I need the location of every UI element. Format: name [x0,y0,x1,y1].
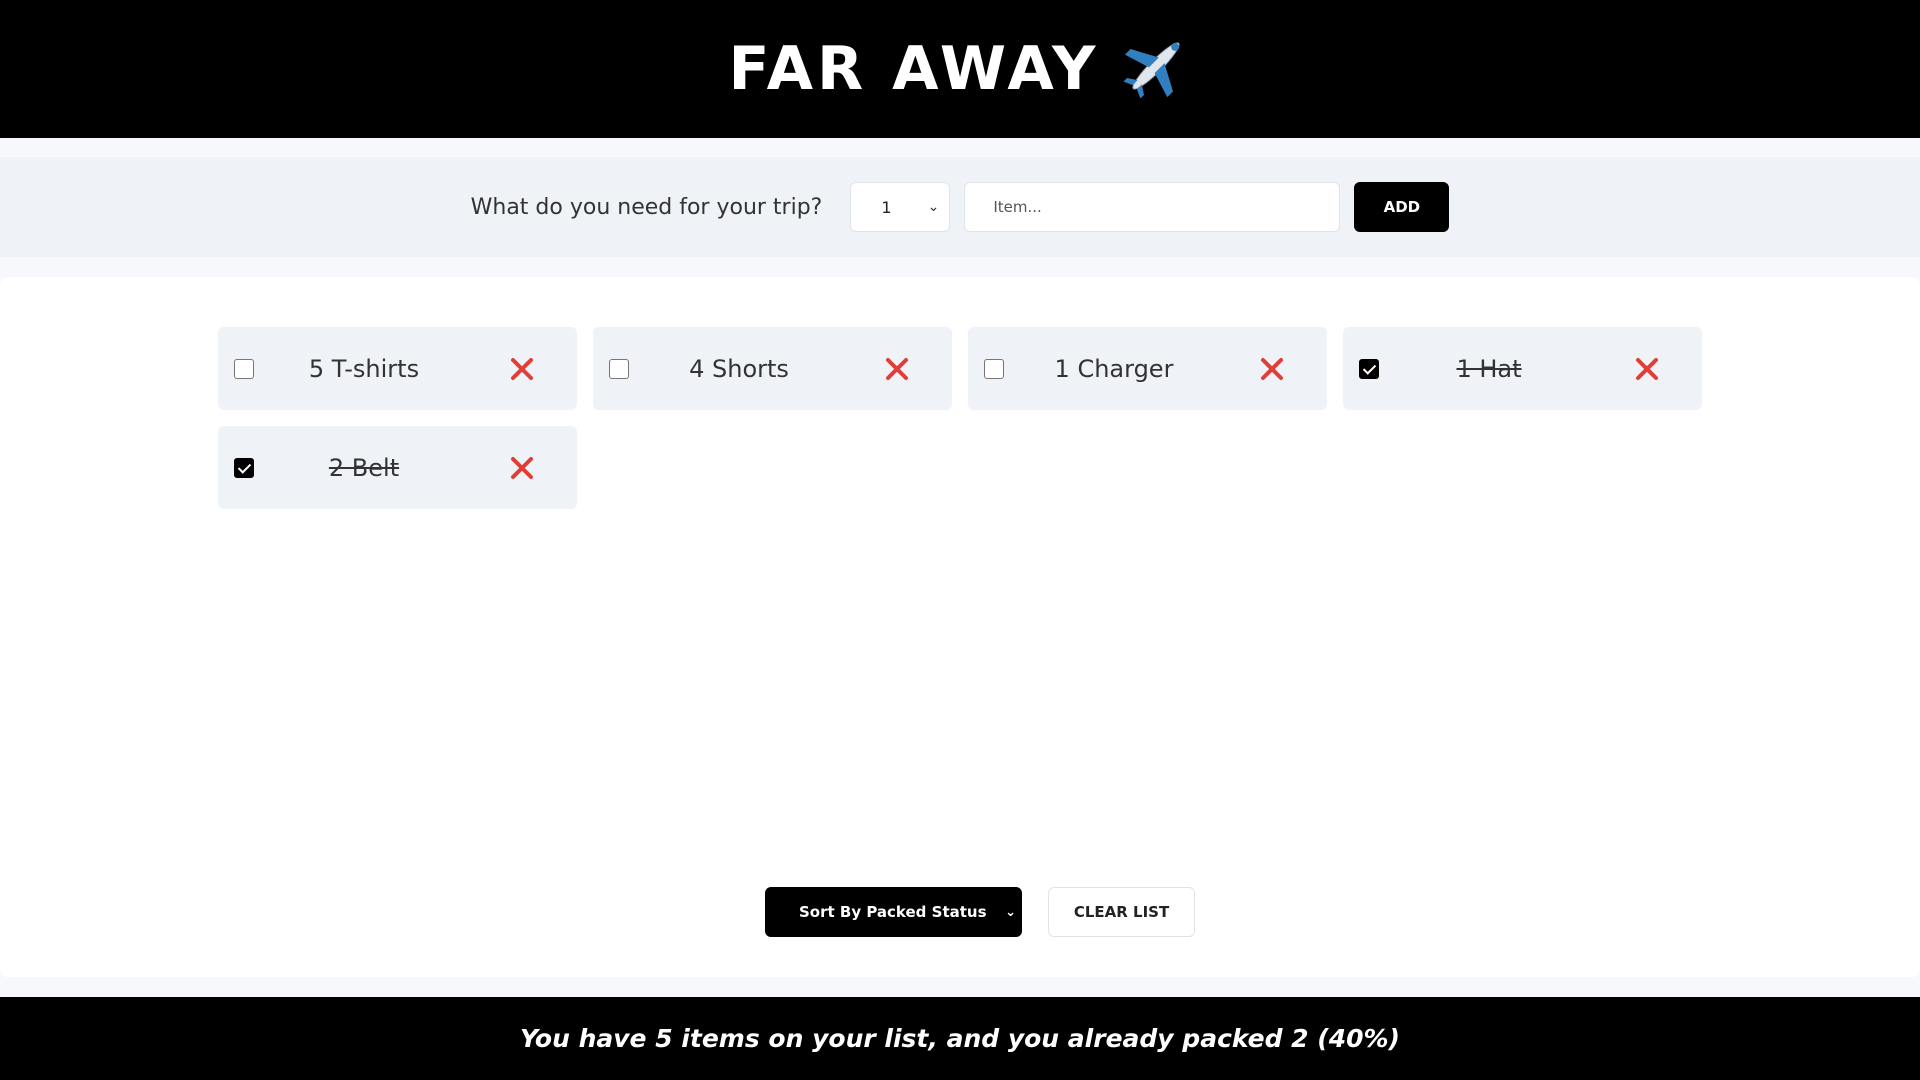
add-item-form: What do you need for your trip? 1 ⌄ ADD [0,157,1920,257]
app: FAR AWAY What do you need for your trip? [0,0,1920,1080]
list-item: 1 Charger [968,327,1327,410]
packed-checkbox[interactable] [234,458,254,478]
packed-checkbox[interactable] [1359,359,1379,379]
packed-checkbox[interactable] [609,359,629,379]
list-item: 2 Belt [218,426,577,509]
list-item: 5 T-shirts [218,327,577,410]
delete-icon[interactable] [885,357,909,381]
item-label: 1 Charger [1054,354,1174,383]
chevron-down-icon: ⌄ [1005,904,1016,920]
form-prompt: What do you need for your trip? [470,194,823,220]
list-actions: Sort By Packed Status ⌄ CLEAR LIST [0,887,1920,937]
add-button[interactable]: ADD [1354,182,1450,232]
packed-checkbox[interactable] [234,359,254,379]
delete-icon[interactable] [510,456,534,480]
list-item: 1 Hat [1343,327,1702,410]
airplane-icon [1120,30,1192,102]
sort-select[interactable]: Sort By Packed Status ⌄ [765,887,1022,937]
item-label: 2 Belt [328,453,400,482]
item-label: 5 T-shirts [308,354,420,383]
header: FAR AWAY [0,0,1920,138]
packed-checkbox[interactable] [984,359,1004,379]
stats-footer: You have 5 items on your list, and you a… [0,997,1920,1080]
item-label: 4 Shorts [689,354,789,383]
clear-list-button[interactable]: CLEAR LIST [1048,887,1195,937]
packing-list: 5 T-shirts 4 Shorts 1 Charger 1 Hat 2 Be… [0,277,1920,977]
quantity-value: 1 [881,197,892,217]
items-grid: 5 T-shirts 4 Shorts 1 Charger 1 Hat 2 Be… [218,327,1702,509]
delete-icon[interactable] [1260,357,1284,381]
app-logo: FAR AWAY [729,34,1192,104]
item-input[interactable] [964,182,1341,232]
quantity-select[interactable]: 1 ⌄ [850,182,951,232]
delete-icon[interactable] [1635,357,1659,381]
list-item: 4 Shorts [593,327,952,410]
app-title: FAR AWAY [728,34,1100,104]
packing-stats: You have 5 items on your list, and you a… [520,1024,1400,1053]
chevron-down-icon: ⌄ [927,199,940,215]
sort-value: Sort By Packed Status [799,903,987,921]
item-label: 1 Hat [1456,354,1522,383]
delete-icon[interactable] [510,357,534,381]
